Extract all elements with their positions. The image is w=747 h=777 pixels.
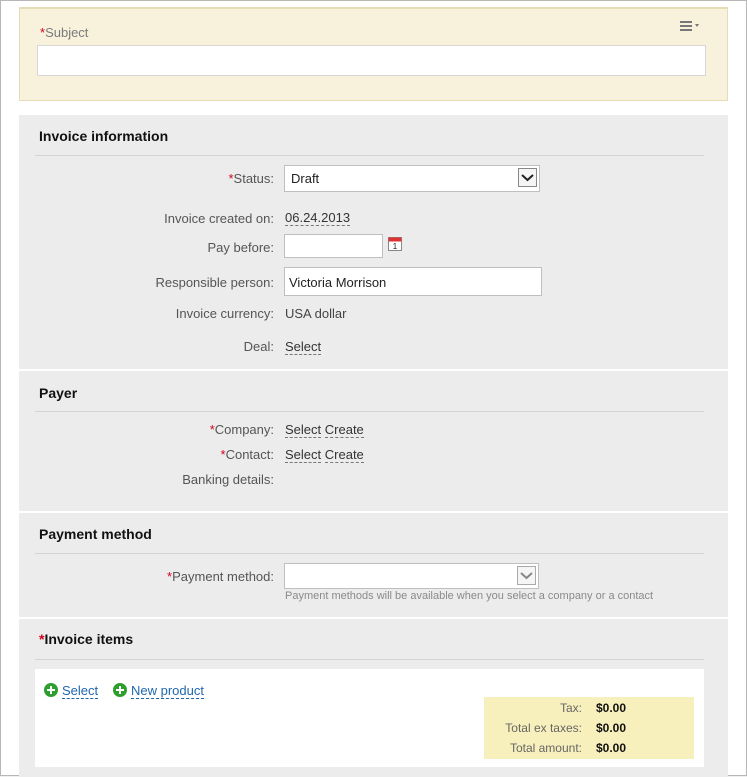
calendar-icon[interactable]: 1 (388, 237, 402, 251)
invoice-items-title: Invoice items (44, 631, 134, 647)
status-value: Draft (291, 171, 320, 186)
created-on-value[interactable]: 06.24.2013 (285, 210, 351, 226)
pay-before-label: Pay before: (207, 240, 275, 255)
chevron-down-icon[interactable] (517, 566, 536, 585)
deal-label: Deal: (243, 339, 274, 354)
section-title: Payment method (39, 526, 152, 542)
status-label: *Status: (19, 171, 274, 186)
new-product-text[interactable]: New product (131, 683, 204, 699)
created-on-label: Invoice created on: (164, 211, 274, 226)
divider (35, 155, 704, 156)
section-title: *Invoice items (39, 631, 133, 647)
currency-label: Invoice currency: (175, 306, 274, 321)
company-label-text: Company: (214, 422, 274, 437)
currency-value: USA dollar (285, 306, 347, 321)
subject-label-text: Subject (45, 25, 89, 40)
calendar-day: 1 (393, 242, 398, 251)
chevron-down-icon[interactable] (518, 168, 537, 187)
invoice-info-section: Invoice information *Status: Draft Invoi… (19, 115, 728, 369)
divider (35, 659, 704, 660)
contact-create-link[interactable]: Create (324, 447, 364, 463)
ex-taxes-label: Total ex taxes: (505, 721, 582, 735)
invoice-form-window: *Subject Invoice information *Status: Dr… (0, 0, 747, 777)
payer-section: Payer *Company: Select Create *Contact: … (19, 371, 728, 511)
responsible-label: Responsible person: (155, 275, 274, 290)
totals-box: Tax: $0.00 Total ex taxes: $0.00 Total a… (484, 697, 694, 759)
company-label: *Company: (19, 422, 274, 437)
select-product-link[interactable]: Select (62, 683, 99, 699)
tax-label: Tax: (559, 701, 582, 715)
plus-circle-icon[interactable] (44, 683, 58, 697)
deal-select-link[interactable]: Select (285, 339, 322, 355)
payment-method-select[interactable] (284, 563, 539, 589)
total-value: $0.00 (596, 741, 627, 755)
ex-taxes-row: Total ex taxes: $0.00 (484, 721, 694, 741)
plus-circle-icon[interactable] (113, 683, 127, 697)
subject-panel: *Subject (19, 7, 728, 101)
company-create-link[interactable]: Create (324, 422, 364, 438)
invoice-items-panel: Select New product Tax: $0.00 Total ex t… (35, 669, 704, 767)
contact-label-text: Contact: (225, 447, 274, 462)
created-on-date[interactable]: 06.24.2013 (285, 210, 351, 226)
company-links: Select Create (285, 422, 364, 438)
total-label: Total amount: (509, 741, 582, 755)
total-row: Total amount: $0.00 (484, 741, 694, 761)
company-select-link[interactable]: Select (285, 422, 322, 438)
responsible-input[interactable]: Victoria Morrison (284, 267, 542, 296)
ex-taxes-value: $0.00 (596, 721, 627, 735)
tax-value: $0.00 (596, 701, 627, 715)
deal-select-text[interactable]: Select (285, 339, 322, 355)
divider (35, 411, 704, 412)
pay-before-input[interactable] (284, 234, 383, 258)
section-title: Payer (39, 385, 78, 401)
payment-method-label-text: Payment method: (172, 569, 274, 584)
contact-label: *Contact: (19, 447, 274, 462)
payment-section: Payment method *Payment method: Payment … (19, 513, 728, 617)
select-product-text[interactable]: Select (62, 683, 99, 699)
new-product-link[interactable]: New product (131, 683, 204, 699)
contact-select-link[interactable]: Select (285, 447, 322, 463)
status-select[interactable]: Draft (284, 165, 540, 192)
subject-input[interactable] (37, 45, 706, 76)
divider (35, 553, 704, 554)
banking-label: Banking details: (182, 472, 274, 487)
menu-icon[interactable] (680, 20, 702, 34)
section-title: Invoice information (39, 128, 169, 144)
subject-label: *Subject (40, 25, 88, 40)
payment-method-hint: Payment methods will be available when y… (285, 590, 654, 602)
tax-row: Tax: $0.00 (484, 701, 694, 721)
payment-method-label: *Payment method: (19, 569, 274, 584)
status-label-text: Status: (233, 171, 274, 186)
contact-links: Select Create (285, 447, 364, 463)
